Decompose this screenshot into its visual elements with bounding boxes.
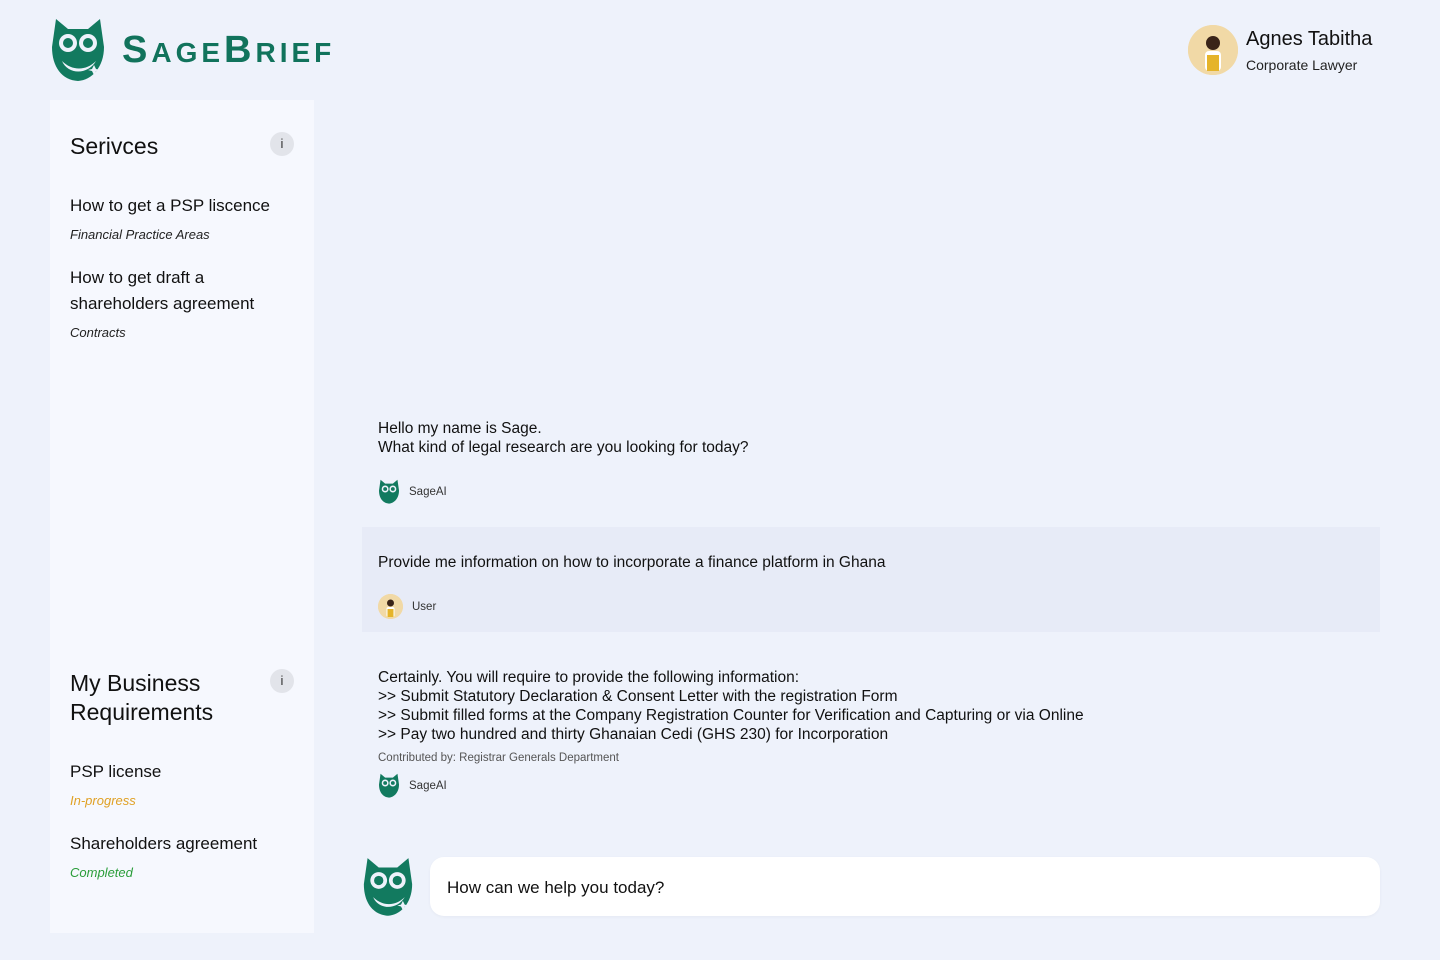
owl-logo-icon bbox=[379, 479, 399, 504]
person-icon bbox=[378, 594, 403, 619]
avatar bbox=[1188, 25, 1238, 75]
owl-logo-icon bbox=[363, 858, 413, 916]
requirement-title: PSP license bbox=[70, 762, 162, 781]
requirements-info-icon[interactable]: i bbox=[270, 669, 294, 693]
requirement-item-shareholders[interactable]: Shareholders agreement Completed bbox=[70, 831, 300, 880]
chat-message-sage-answer: Certainly. You will require to provide t… bbox=[378, 668, 1338, 798]
chat-input[interactable] bbox=[430, 857, 1349, 918]
person-icon bbox=[1188, 25, 1238, 75]
services-info-icon[interactable]: i bbox=[270, 132, 294, 156]
contributor-note: Contributed by: Registrar Generals Depar… bbox=[378, 752, 619, 764]
sidebar: Serivces i How to get a PSP liscence Fin… bbox=[50, 100, 314, 933]
status-badge: Completed bbox=[70, 865, 133, 880]
chat-message-sage: Hello my name is Sage. What kind of lega… bbox=[378, 419, 1338, 504]
sender-label: User bbox=[412, 600, 437, 613]
user-role: Corporate Lawyer bbox=[1246, 57, 1358, 73]
owl-logo-icon bbox=[52, 19, 104, 81]
service-category: Financial Practice Areas bbox=[70, 227, 210, 242]
brand-wordmark: SAGEBRIEF bbox=[122, 28, 336, 71]
requirement-title: Shareholders agreement bbox=[70, 834, 258, 853]
requirements-heading: My Business Requirements bbox=[70, 670, 214, 725]
service-category: Contracts bbox=[70, 325, 126, 340]
app-logo[interactable]: SAGEBRIEF bbox=[50, 17, 335, 82]
requirement-item-psp[interactable]: PSP license In-progress bbox=[70, 759, 300, 808]
service-item-psp[interactable]: How to get a PSP liscence Financial Prac… bbox=[70, 193, 300, 242]
chat-message-user: Provide me information on how to incorpo… bbox=[378, 553, 1338, 619]
chat-composer bbox=[430, 857, 1380, 918]
user-profile[interactable]: Agnes Tabitha Corporate Lawyer bbox=[1188, 25, 1372, 75]
services-heading: Serivces bbox=[70, 133, 159, 159]
owl-logo-icon bbox=[379, 773, 399, 798]
avatar bbox=[378, 594, 403, 619]
message-line: Certainly. You will require to provide t… bbox=[378, 669, 800, 686]
message-line: Provide me information on how to incorpo… bbox=[378, 554, 886, 571]
message-line: >> Pay two hundred and thirty Ghanaian C… bbox=[378, 726, 889, 743]
message-sender: SageAI bbox=[378, 773, 1338, 798]
message-sender: SageAI bbox=[378, 479, 1338, 504]
user-name: Agnes Tabitha bbox=[1246, 28, 1373, 50]
status-badge: In-progress bbox=[70, 793, 136, 808]
service-item-shareholders[interactable]: How to get draft a shareholders agreemen… bbox=[70, 265, 300, 340]
service-title: How to get draft a shareholders agreemen… bbox=[70, 268, 255, 313]
message-line: Hello my name is Sage. bbox=[378, 420, 542, 437]
message-sender: User bbox=[378, 594, 1338, 619]
message-line: What kind of legal research are you look… bbox=[378, 439, 749, 456]
service-title: How to get a PSP liscence bbox=[70, 196, 271, 215]
message-line: >> Submit Statutory Declaration & Consen… bbox=[378, 688, 898, 705]
sender-label: SageAI bbox=[409, 485, 447, 498]
message-line: >> Submit filled forms at the Company Re… bbox=[378, 707, 1084, 724]
sender-label: SageAI bbox=[409, 779, 447, 792]
